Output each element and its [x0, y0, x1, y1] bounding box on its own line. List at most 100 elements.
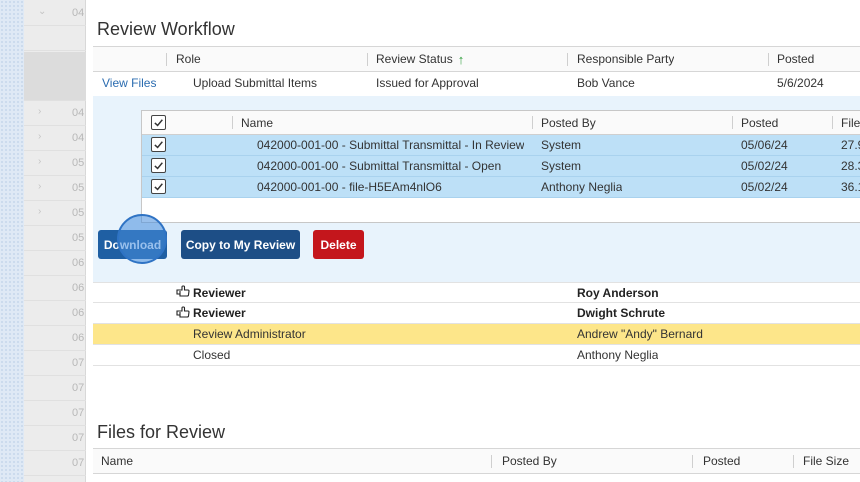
chevron-icon: ›: [38, 206, 42, 217]
file-posted: 05/02/24: [741, 159, 788, 173]
view-files-link[interactable]: View Files: [102, 72, 156, 93]
background-list-row: ⌄ 04: [24, 1, 86, 26]
background-list-row: 05: [24, 226, 86, 251]
workflow-grid-header: Role Review Status ↑ Responsible Party P…: [93, 46, 860, 72]
file-row-checkbox[interactable]: [151, 158, 166, 173]
file-name: 042000-001-00 - Submittal Transmittal - …: [257, 138, 525, 152]
column-responsible-party[interactable]: Responsible Party: [577, 47, 674, 71]
background-list-row: 06: [24, 251, 86, 276]
workflow-step-row[interactable]: Reviewer Dwight Schrute: [93, 303, 860, 324]
background-list-number: 04: [72, 132, 85, 144]
background-list-row: › 04: [24, 126, 86, 151]
background-list-number: 06: [72, 332, 85, 344]
file-posted: 05/02/24: [741, 180, 788, 194]
background-list-row: 07: [24, 376, 86, 401]
file-posted-by: System: [541, 138, 582, 152]
delete-button[interactable]: Delete: [313, 230, 364, 259]
workflow-step-party: Roy Anderson: [577, 285, 659, 300]
background-list-number: 04: [72, 107, 85, 119]
files-detail-panel: Name Posted By Posted File 042000-001-00…: [93, 96, 860, 282]
workflow-step-role: Closed: [193, 348, 231, 362]
column-review-status-label: Review Status: [376, 52, 453, 66]
background-list-number: 07: [72, 457, 85, 469]
workflow-row-role: Upload Submittal Items: [193, 75, 318, 90]
background-list-number: 06: [72, 282, 85, 294]
workflow-row-status: Issued for Approval: [376, 75, 479, 90]
sort-ascending-icon: ↑: [457, 51, 465, 67]
chevron-icon: ›: [38, 106, 42, 117]
background-list-number: 06: [72, 307, 85, 319]
chevron-icon: ⌄: [38, 6, 47, 17]
checkmark-icon: [154, 162, 163, 170]
files-for-review-title: Files for Review: [97, 422, 226, 442]
background-list-row: 07: [24, 426, 86, 451]
background-list-row: 07: [24, 451, 86, 476]
ffr-column-name[interactable]: Name: [101, 449, 133, 473]
files-for-review-header: Name Posted By Posted File Size: [93, 448, 860, 474]
file-row[interactable]: 042000-001-00 - file-H5EAm4nlO6 Anthony …: [142, 177, 860, 198]
file-name: 042000-001-00 - file-H5EAm4nlO6: [257, 180, 442, 194]
workflow-step-row[interactable]: Closed Anthony Neglia: [93, 345, 860, 366]
background-list-number: 07: [72, 382, 85, 394]
file-row[interactable]: 042000-001-00 - Submittal Transmittal - …: [142, 135, 860, 156]
file-posted-by: System: [541, 159, 582, 173]
files-column-file[interactable]: File: [841, 111, 860, 134]
background-list-row: 06: [24, 326, 86, 351]
file-size: 28.3: [841, 159, 860, 173]
file-size: 36.1: [841, 180, 860, 194]
checkmark-icon: [154, 119, 163, 127]
ffr-column-posted-by[interactable]: Posted By: [502, 449, 557, 473]
workflow-row-party: Bob Vance: [577, 75, 635, 90]
workflow-step-row-highlighted[interactable]: Review Administrator Andrew "Andy" Berna…: [93, 324, 860, 345]
files-grid: Name Posted By Posted File 042000-001-00…: [141, 110, 860, 223]
file-row[interactable]: 042000-001-00 - Submittal Transmittal - …: [142, 156, 860, 177]
checkmark-icon: [154, 183, 163, 191]
workflow-step-row[interactable]: Reviewer Roy Anderson: [93, 282, 860, 303]
hand-pointer-icon: [176, 305, 190, 321]
chevron-icon: ›: [38, 181, 42, 192]
review-panel: Review Workflow Role Review Status ↑ Res…: [86, 0, 860, 482]
background-list-number: 04: [72, 7, 85, 19]
files-column-name[interactable]: Name: [241, 111, 273, 134]
hand-pointer-icon: [176, 285, 190, 300]
ffr-column-posted[interactable]: Posted: [703, 449, 740, 473]
background-pattern: [0, 0, 24, 482]
workflow-row-posted: 5/6/2024: [777, 75, 824, 90]
file-posted: 05/06/24: [741, 138, 788, 152]
workflow-step-role: Reviewer: [176, 303, 246, 323]
ffr-column-file-size[interactable]: File Size: [803, 449, 849, 473]
files-column-posted-by[interactable]: Posted By: [541, 111, 596, 134]
file-name: 042000-001-00 - Submittal Transmittal - …: [257, 159, 502, 173]
review-workflow-title: Review Workflow: [97, 19, 235, 39]
background-list-row: › 04: [24, 101, 86, 126]
background-list-number: 06: [72, 257, 85, 269]
file-row-checkbox[interactable]: [151, 179, 166, 194]
column-review-status[interactable]: Review Status ↑: [376, 47, 464, 71]
chevron-icon: ›: [38, 156, 42, 167]
background-list-row: › 05: [24, 176, 86, 201]
files-grid-header: Name Posted By Posted File: [142, 111, 860, 135]
workflow-step-role-label: Reviewer: [193, 285, 246, 300]
select-all-checkbox[interactable]: [151, 115, 166, 130]
background-list-number: 07: [72, 357, 85, 369]
background-list-row: 07: [24, 351, 86, 376]
chevron-icon: ›: [38, 131, 42, 142]
background-list-number: 07: [72, 407, 85, 419]
copy-to-my-review-button[interactable]: Copy to My Review: [181, 230, 300, 259]
column-posted[interactable]: Posted: [777, 47, 814, 71]
download-button[interactable]: Download: [98, 230, 167, 259]
file-row-checkbox[interactable]: [151, 137, 166, 152]
files-column-posted[interactable]: Posted: [741, 111, 778, 134]
workflow-step-role-label: Reviewer: [193, 306, 246, 320]
workflow-step-party: Andrew "Andy" Bernard: [577, 327, 703, 341]
file-size: 27.9: [841, 138, 860, 152]
background-list-row: [24, 26, 86, 51]
file-posted-by: Anthony Neglia: [541, 180, 623, 194]
background-list-number: 05: [72, 232, 85, 244]
workflow-row[interactable]: View Files Upload Submittal Items Issued…: [93, 72, 860, 93]
background-selected-row: [24, 52, 86, 100]
checkmark-icon: [154, 141, 163, 149]
background-list-number: 05: [72, 207, 85, 219]
column-role[interactable]: Role: [176, 47, 201, 71]
background-list-row: 07: [24, 401, 86, 426]
